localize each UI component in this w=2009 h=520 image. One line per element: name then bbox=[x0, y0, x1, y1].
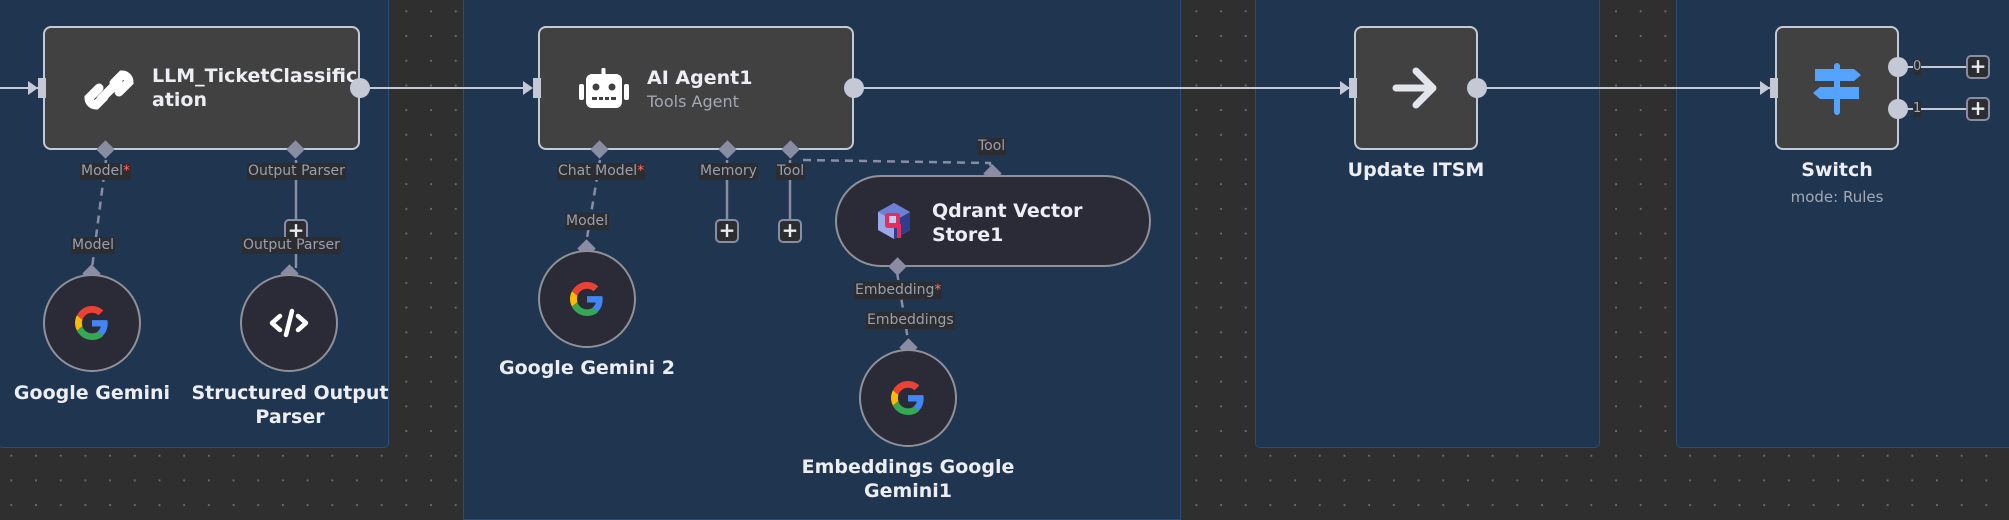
port-label-output-parser: Output Parser bbox=[242, 237, 341, 254]
node-google-gemini[interactable] bbox=[43, 274, 141, 372]
node-title-line1: Qdrant Vector bbox=[932, 200, 1083, 222]
google-icon bbox=[891, 381, 924, 415]
node-subtitle: Tools Agent bbox=[647, 92, 739, 111]
port-label-model: Model* bbox=[80, 163, 132, 180]
code-icon bbox=[269, 308, 309, 338]
input-port[interactable] bbox=[38, 78, 46, 98]
output-port[interactable] bbox=[844, 78, 864, 98]
add-output-0-button[interactable]: + bbox=[1966, 55, 1990, 79]
arrow-right-icon bbox=[1392, 67, 1437, 109]
signpost-icon bbox=[1813, 63, 1861, 115]
google-icon bbox=[75, 306, 108, 340]
qdrant-icon bbox=[878, 203, 910, 239]
node-label: Google Gemini bbox=[13, 382, 171, 404]
node-label-line1: Structured Output bbox=[191, 382, 389, 404]
arrow-head-icon bbox=[28, 81, 38, 95]
port-label-memory: Memory bbox=[699, 163, 758, 180]
node-label-line2: Gemini1 bbox=[863, 480, 953, 502]
robot-icon bbox=[579, 68, 629, 108]
link-icon bbox=[84, 70, 134, 110]
node-structured-output-parser[interactable] bbox=[240, 274, 338, 372]
node-qdrant-vector-store[interactable]: Qdrant Vector Store1 bbox=[835, 175, 1151, 267]
port-label-embedding: Embedding* bbox=[854, 282, 943, 299]
output-label-0: 0 bbox=[1913, 59, 1922, 75]
output-port-1[interactable] bbox=[1888, 99, 1908, 119]
node-google-gemini-2[interactable] bbox=[538, 250, 636, 348]
port-label-tool: Tool bbox=[776, 163, 806, 180]
port-label-model: Model bbox=[71, 237, 116, 254]
node-update-itsm[interactable] bbox=[1354, 26, 1478, 150]
output-port[interactable] bbox=[350, 78, 370, 98]
arrow-head-icon bbox=[1760, 81, 1770, 95]
arrow-head-icon bbox=[523, 81, 533, 95]
output-port-0[interactable] bbox=[1888, 57, 1908, 77]
node-title-line2: Store1 bbox=[932, 224, 1004, 246]
node-title-line1: LLM_TicketClassific bbox=[152, 65, 358, 87]
output-label-1: 1 bbox=[1913, 101, 1922, 117]
connection-qdrant-to-agent-tool[interactable] bbox=[802, 158, 994, 175]
add-tool-button[interactable]: + bbox=[778, 219, 802, 243]
google-icon bbox=[570, 282, 603, 316]
node-label-line2: Parser bbox=[255, 406, 325, 428]
node-embeddings-google-gemini[interactable] bbox=[859, 349, 957, 447]
port-label-tool: Tool bbox=[977, 138, 1007, 155]
port-label-output-parser: Output Parser bbox=[247, 163, 346, 180]
node-llm-ticket-classification[interactable]: LLM_TicketClassific ation bbox=[43, 26, 360, 150]
node-label: Update ITSM bbox=[1347, 159, 1485, 181]
add-memory-button[interactable]: + bbox=[715, 219, 739, 243]
add-output-1-button[interactable]: + bbox=[1966, 97, 1990, 121]
port-label-embeddings: Embeddings bbox=[866, 312, 955, 329]
output-port[interactable] bbox=[1467, 78, 1487, 98]
node-title-line2: ation bbox=[152, 89, 207, 111]
node-ai-agent[interactable]: AI Agent1 Tools Agent bbox=[538, 26, 854, 150]
input-port[interactable] bbox=[1770, 78, 1778, 98]
input-port[interactable] bbox=[1349, 78, 1357, 98]
node-label: Switch bbox=[1801, 159, 1873, 181]
input-port[interactable] bbox=[533, 78, 541, 98]
node-title: AI Agent1 bbox=[647, 67, 753, 89]
port-label-model: Model bbox=[565, 213, 610, 230]
port-label-chat-model: Chat Model* bbox=[557, 163, 646, 180]
node-sublabel: mode: Rules bbox=[1790, 188, 1884, 206]
node-label: Google Gemini 2 bbox=[499, 357, 675, 379]
node-switch[interactable] bbox=[1775, 26, 1899, 150]
node-label-line1: Embeddings Google bbox=[801, 456, 1015, 478]
